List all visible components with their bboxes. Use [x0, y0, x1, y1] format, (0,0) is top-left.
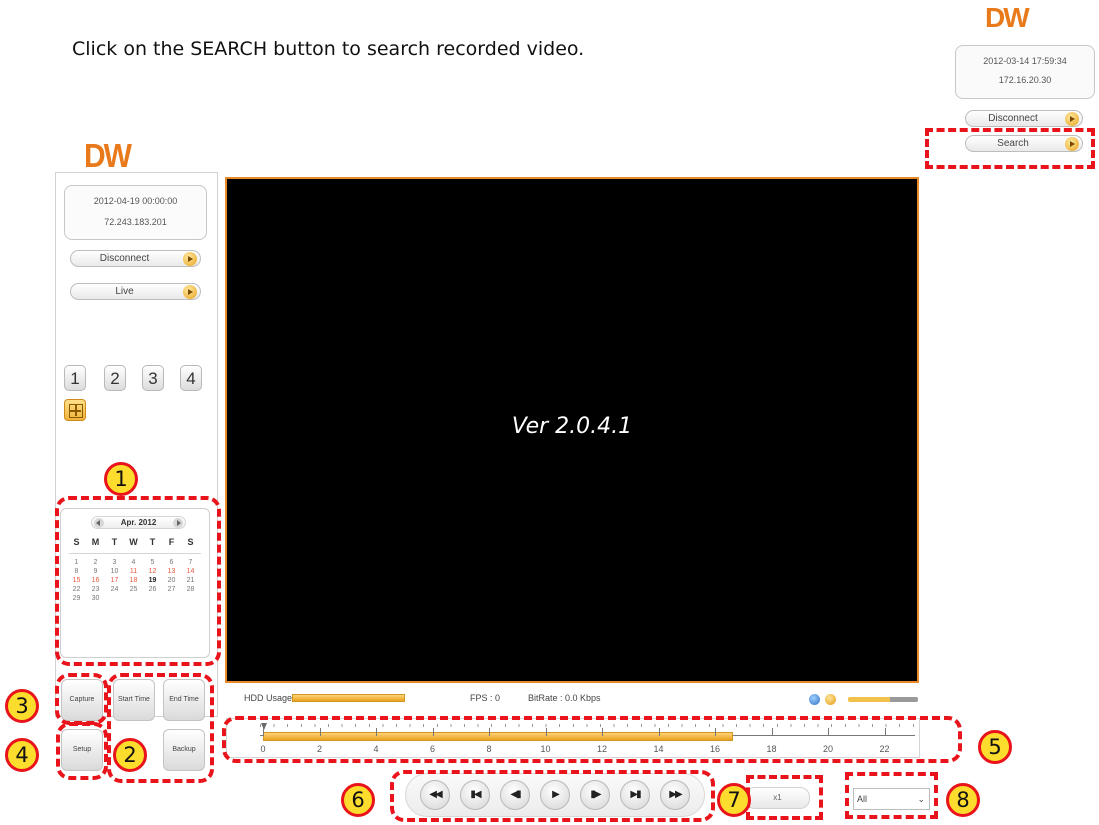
live-label: Live — [115, 286, 134, 297]
badge-3: 3 — [5, 689, 39, 723]
disconnect-label: Disconnect — [99, 253, 150, 264]
highlight-speed — [746, 775, 823, 820]
connection-datetime: 2012-04-19 00:00:00 — [93, 196, 178, 206]
inset-datetime: 2012-03-14 17:59:34 — [983, 56, 1067, 66]
badge-2: 2 — [113, 738, 147, 772]
highlight-calendar — [55, 496, 221, 666]
arrow-right-icon — [183, 252, 197, 266]
bitrate-label: BitRate : 0.0 Kbps — [528, 693, 601, 703]
badge-8: 8 — [946, 783, 980, 817]
quad-view-icon[interactable] — [64, 399, 86, 421]
hdd-usage-bar — [292, 694, 405, 702]
inset-disconnect-button[interactable]: Disconnect — [965, 110, 1083, 127]
highlight-channel-select — [845, 772, 938, 819]
badge-4: 4 — [5, 738, 39, 772]
highlight-capture — [55, 673, 108, 725]
arrow-right-icon — [183, 285, 197, 299]
dw-logo: DW — [84, 138, 132, 175]
hdd-usage-label: HDD Usage — [244, 693, 293, 703]
channel-4-button[interactable]: 4 — [180, 365, 202, 391]
mute-icon[interactable] — [825, 694, 836, 705]
highlight-controls — [390, 770, 715, 822]
search-highlight — [925, 128, 1095, 169]
badge-7: 7 — [717, 783, 751, 817]
badge-1: 1 — [104, 462, 138, 496]
volume-slider[interactable] — [848, 697, 918, 702]
highlight-setup — [56, 722, 108, 780]
channel-1-button[interactable]: 1 — [64, 365, 86, 391]
inset-disconnect-label: Disconnect — [988, 113, 1038, 124]
dw-logo: DW — [985, 2, 1030, 33]
video-display[interactable]: Ver 2.0.4.1 — [225, 177, 919, 683]
live-button[interactable]: Live — [70, 283, 201, 300]
highlight-timeline — [222, 716, 962, 763]
connection-ip: 72.243.183.201 — [104, 217, 167, 227]
fps-label: FPS : 0 — [470, 693, 501, 703]
badge-6: 6 — [341, 783, 375, 817]
disconnect-button[interactable]: Disconnect — [70, 250, 201, 267]
arrow-right-icon — [1065, 112, 1079, 126]
inset-connection-info: 2012-03-14 17:59:34 172.16.20.30 — [955, 45, 1095, 99]
badge-5: 5 — [978, 730, 1012, 764]
channel-3-button[interactable]: 3 — [142, 365, 164, 391]
instruction-text: Click on the SEARCH button to search rec… — [72, 38, 585, 60]
channel-2-button[interactable]: 2 — [104, 365, 126, 391]
audio-icon[interactable] — [809, 694, 820, 705]
version-text: Ver 2.0.4.1 — [511, 414, 633, 439]
connection-info: 2012-04-19 00:00:00 72.243.183.201 — [64, 185, 207, 240]
inset-ip: 172.16.20.30 — [998, 75, 1052, 85]
